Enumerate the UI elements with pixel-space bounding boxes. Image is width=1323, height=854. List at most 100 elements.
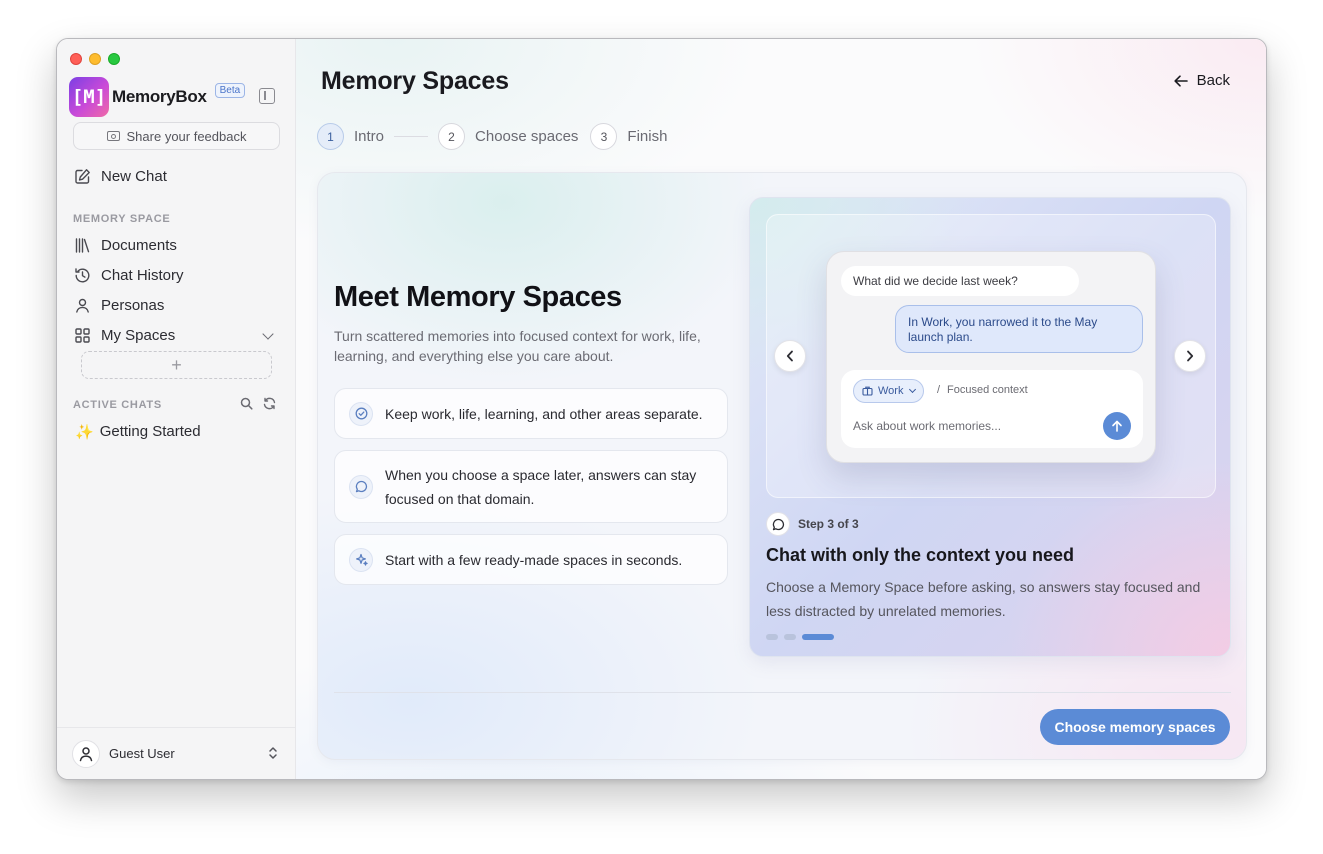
preview-area: What did we decide last week? In Work, y… [766, 214, 1216, 498]
sidebar-item-my-spaces[interactable]: My Spaces [73, 324, 175, 346]
pagination-dot-active[interactable] [802, 634, 834, 640]
chat-item-getting-started[interactable]: ✨ Getting Started [75, 423, 201, 441]
chat-bubble-icon [349, 474, 373, 499]
share-feedback-button[interactable]: Share your feedback [73, 122, 280, 150]
sidebar-item-label: My Spaces [101, 326, 176, 344]
refresh-icon[interactable] [263, 397, 276, 415]
slide-step-label: Step 3 of 3 [798, 517, 859, 531]
carousel-prev-button[interactable] [774, 340, 806, 372]
user-icon [79, 746, 93, 761]
zoom-window-button[interactable] [108, 53, 120, 65]
feature-text: Start with a few ready-made spaces in se… [385, 551, 683, 568]
step-choose-spaces: 2 Choose spaces [438, 123, 578, 150]
pagination-dot[interactable] [784, 634, 796, 640]
close-window-button[interactable] [70, 53, 82, 65]
share-feedback-label: Share your feedback [126, 128, 247, 144]
chevron-down-icon[interactable] [262, 328, 274, 340]
brand: [M] MemoryBox Beta [69, 77, 246, 117]
minimize-window-button[interactable] [89, 53, 101, 65]
step-number: 1 [317, 123, 344, 150]
back-button[interactable]: Back [1174, 72, 1230, 89]
sparkle-icon [349, 547, 373, 572]
user-menu[interactable]: Guest User [57, 727, 296, 779]
stepper: 1 Intro 2 Choose spaces 3 Finish [317, 123, 667, 150]
divider [334, 692, 1231, 693]
new-chat-label: New Chat [101, 167, 167, 185]
chevron-right-icon [1187, 350, 1194, 362]
history-icon [73, 266, 91, 284]
avatar [72, 739, 100, 768]
collapse-sidebar-icon[interactable] [259, 88, 275, 104]
app-window: [M] MemoryBox Beta Share your feedback N… [56, 38, 1267, 780]
grid-icon [73, 326, 91, 344]
mock-answer-bubble: In Work, you narrowed it to the May laun… [895, 305, 1143, 353]
sparkles-emoji: ✨ [75, 424, 94, 441]
library-icon [73, 236, 91, 254]
sidebar-item-label: Chat History [101, 266, 184, 284]
feature-carousel: What did we decide last week? In Work, y… [749, 197, 1231, 657]
arrow-left-icon [1174, 74, 1188, 87]
intro-title: Meet Memory Spaces [334, 281, 622, 313]
step-number: 3 [590, 123, 618, 150]
chat-tools [240, 397, 276, 415]
send-button [1103, 412, 1131, 440]
search-icon[interactable] [240, 397, 253, 415]
person-icon [73, 296, 91, 314]
app-name: MemoryBox [112, 87, 207, 106]
user-name: Guest User [109, 746, 175, 761]
intro-subtitle: Turn scattered memories into focused con… [334, 328, 701, 364]
slide-step-indicator: Step 3 of 3 [766, 512, 859, 536]
back-label: Back [1196, 72, 1230, 89]
mock-input-placeholder: Ask about work memories... [853, 419, 1002, 433]
arrow-up-icon [1112, 420, 1122, 432]
carousel-pagination [766, 634, 834, 640]
sidebar-item-label: Documents [101, 236, 177, 254]
active-chats-heading: ACTIVE CHATS [73, 399, 162, 411]
onboarding-card: Meet Memory Spaces Turn scattered memori… [317, 172, 1247, 760]
step-finish: 3 Finish [590, 123, 667, 150]
mock-question-bubble: What did we decide last week? [841, 266, 1079, 296]
context-separator: / [937, 384, 941, 396]
app-logo: [M] [69, 77, 109, 117]
context-label: Focused context [947, 384, 1028, 396]
feature-item: Keep work, life, learning, and other are… [334, 388, 728, 439]
chevron-down-icon [909, 385, 917, 394]
slide-description: Choose a Memory Space before asking, so … [766, 579, 1201, 619]
step-number: 2 [438, 123, 466, 150]
step-connector [394, 136, 429, 137]
carousel-next-button[interactable] [1174, 340, 1206, 372]
space-chip: Work [853, 379, 925, 403]
choose-memory-spaces-button[interactable]: Choose memory spaces [1040, 709, 1230, 745]
sidebar-item-documents[interactable]: Documents [73, 234, 177, 256]
pagination-dot[interactable] [766, 634, 778, 640]
feature-text: When you choose a space later, answers c… [385, 466, 697, 507]
window-controls [70, 53, 120, 65]
sidebar-item-personas[interactable]: Personas [73, 294, 164, 316]
beta-badge: Beta [214, 82, 246, 98]
feature-text: Keep work, life, learning, and other are… [385, 405, 703, 422]
chat-mockup: What did we decide last week? In Work, y… [826, 251, 1156, 463]
chat-bubble-icon [766, 512, 790, 536]
chevron-left-icon [786, 350, 793, 362]
briefcase-icon [862, 386, 873, 396]
new-chat-button[interactable]: New Chat [73, 165, 167, 187]
step-label: Intro [354, 128, 385, 145]
slide-title: Chat with only the context you need [766, 545, 1075, 565]
space-chip-label: Work [878, 385, 904, 397]
mock-composer: Work / Focused context Ask about work me… [841, 370, 1143, 448]
step-label: Choose spaces [475, 128, 579, 145]
add-space-button[interactable]: + [81, 351, 272, 379]
feedback-icon [106, 131, 120, 141]
chevron-up-down-icon [269, 747, 277, 759]
memory-space-heading: MEMORY SPACE [73, 213, 171, 225]
sidebar-item-label: Personas [101, 296, 165, 314]
check-circle-icon [349, 401, 373, 426]
edit-icon [73, 167, 91, 185]
page-title: Memory Spaces [321, 67, 509, 95]
feature-item: When you choose a space later, answers c… [334, 450, 728, 523]
sidebar-item-chat-history[interactable]: Chat History [73, 264, 184, 286]
feature-item: Start with a few ready-made spaces in se… [334, 534, 728, 585]
step-label: Finish [627, 128, 668, 145]
main-content: Memory Spaces Back 1 Intro 2 Choose spac… [296, 39, 1266, 779]
sidebar: [M] MemoryBox Beta Share your feedback N… [57, 39, 296, 779]
